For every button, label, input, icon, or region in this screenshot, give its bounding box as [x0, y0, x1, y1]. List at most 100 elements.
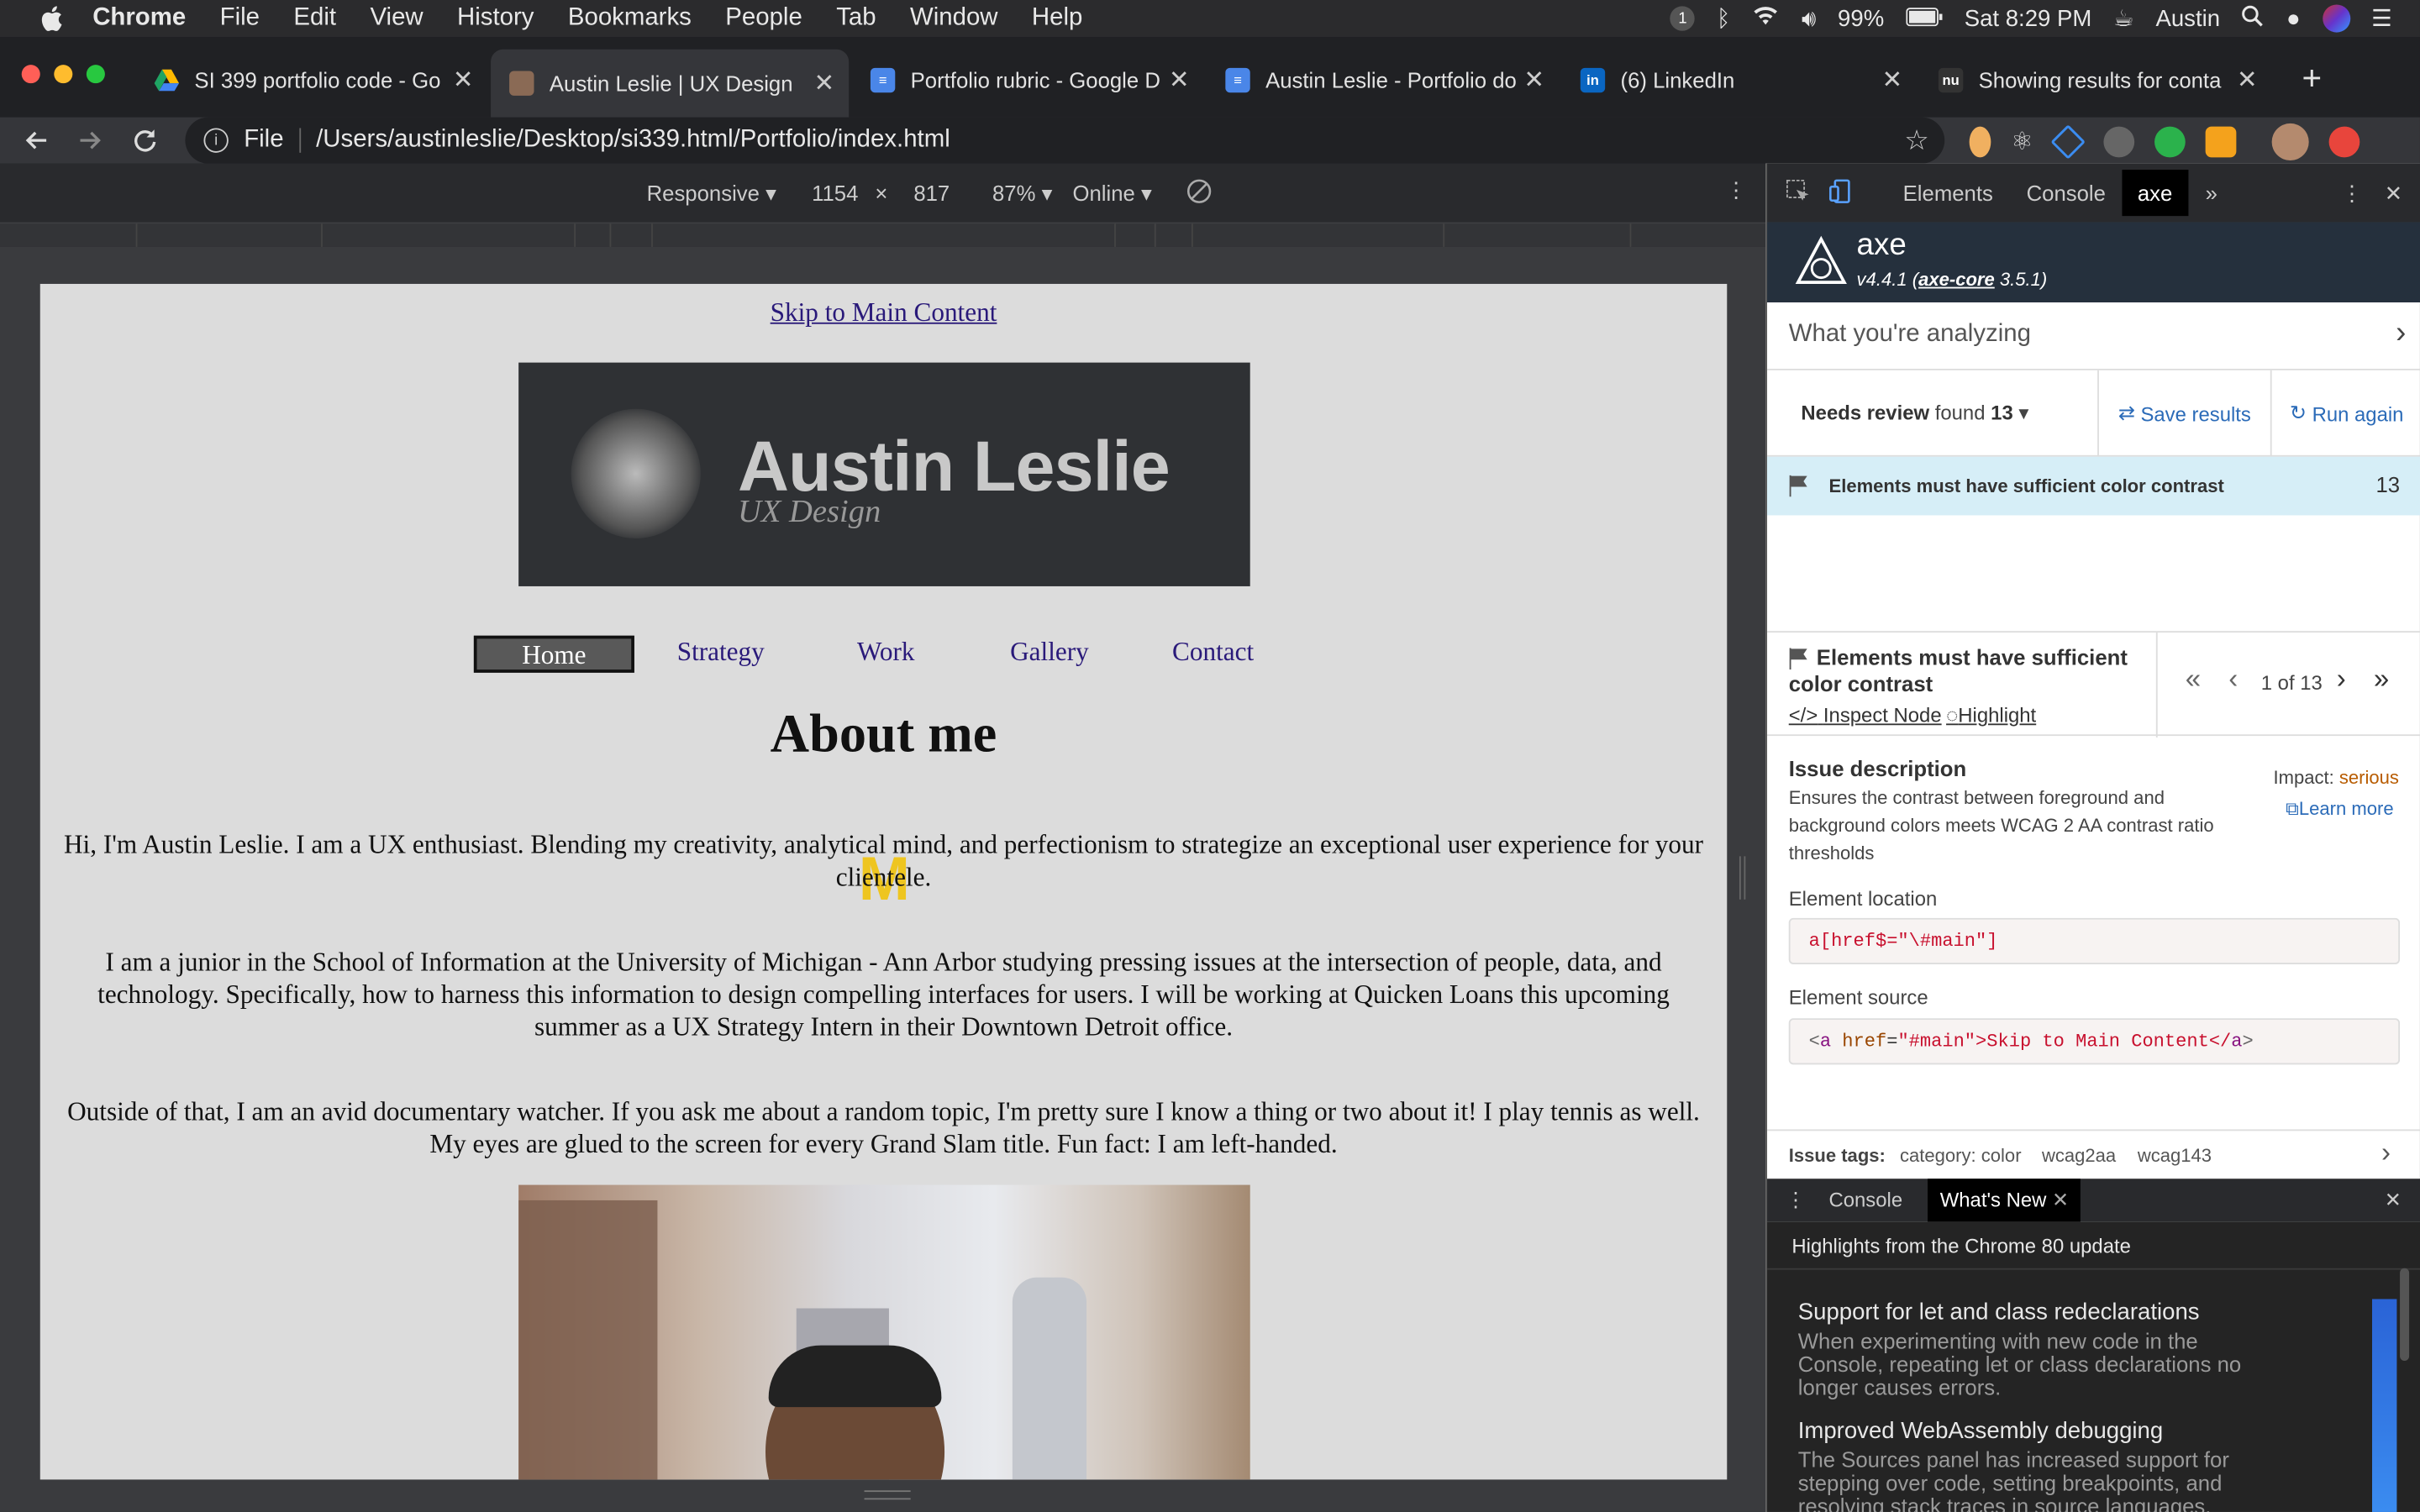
- notification-badge[interactable]: 1: [1670, 6, 1696, 31]
- element-source-code[interactable]: <a href="#main">Skip to Main Content</a>: [1788, 1018, 2401, 1065]
- orange-extension-icon[interactable]: [2206, 126, 2238, 158]
- new-tab-button[interactable]: +: [2296, 59, 2328, 99]
- drawer-menu-icon[interactable]: ⋮: [1786, 1188, 1806, 1212]
- inspect-element-icon[interactable]: [1786, 179, 1810, 208]
- menu-edit[interactable]: Edit: [293, 5, 336, 33]
- volume-icon[interactable]: 🔊︎: [1802, 5, 1816, 31]
- tab-elements[interactable]: Elements: [1903, 181, 1993, 205]
- close-tab-icon[interactable]: ✕: [1167, 65, 1192, 96]
- wave-extension-icon[interactable]: [2104, 126, 2135, 158]
- close-tab-icon[interactable]: ✕: [450, 65, 475, 96]
- tab-si399-code[interactable]: SI 399 portfolio code - Go ✕: [136, 52, 488, 108]
- axe-extension-icon[interactable]: [2051, 124, 2086, 160]
- minimize-window-button[interactable]: [54, 65, 73, 84]
- close-window-button[interactable]: [21, 65, 40, 84]
- close-tab-icon[interactable]: ✕: [2235, 65, 2260, 96]
- drawer-tab-whats-new[interactable]: What's New ✕: [1928, 1179, 2081, 1222]
- device-more-icon[interactable]: ⋮: [1725, 177, 1747, 203]
- learn-more-link[interactable]: ⧉Learn more: [2286, 798, 2393, 822]
- tab-linkedin[interactable]: in (6) LinkedIn ✕: [1562, 52, 1917, 108]
- tab-search-results[interactable]: nu Showing results for conta ✕: [1920, 52, 2272, 108]
- more-tabs-icon[interactable]: »: [2206, 181, 2217, 205]
- close-tab-icon[interactable]: ✕: [1522, 65, 1546, 96]
- close-tab-icon[interactable]: ✕: [812, 68, 836, 99]
- teacup-icon[interactable]: ☕︎: [2113, 5, 2134, 32]
- bluetooth-icon[interactable]: ᛒ: [1717, 5, 1731, 31]
- whats-new-item-title[interactable]: Support for let and class redeclarations: [1798, 1299, 2200, 1326]
- device-toggle-icon[interactable]: [1828, 179, 1853, 208]
- tab-console[interactable]: Console: [2027, 181, 2106, 205]
- element-location-code[interactable]: a[href$="\#main"]: [1788, 917, 2401, 964]
- profile-avatar[interactable]: [2272, 123, 2310, 161]
- user-name[interactable]: Austin: [2155, 5, 2220, 31]
- nav-home[interactable]: Home: [473, 635, 634, 673]
- network-select[interactable]: Online ▾: [1073, 181, 1152, 207]
- close-devtools-icon[interactable]: ✕: [2385, 181, 2403, 207]
- menu-tab[interactable]: Tab: [836, 5, 876, 33]
- device-mode-select[interactable]: Responsive ▾: [647, 181, 776, 207]
- green-extension-icon[interactable]: [2154, 126, 2186, 158]
- spotlight-search-icon[interactable]: [2242, 4, 2265, 34]
- menu-people[interactable]: People: [725, 5, 802, 33]
- menu-app-name[interactable]: Chrome: [92, 5, 186, 33]
- zoom-window-button[interactable]: [86, 65, 105, 84]
- width-input[interactable]: 1154: [812, 181, 858, 205]
- what-youre-analyzing-row[interactable]: What you're analyzing ›: [1767, 302, 2420, 370]
- last-page-icon[interactable]: »: [2374, 664, 2389, 696]
- scrollbar[interactable]: [2400, 1268, 2410, 1361]
- info-icon[interactable]: i: [203, 128, 229, 153]
- drawer-tab-console[interactable]: Console: [1828, 1188, 1902, 1211]
- next-page-icon[interactable]: ›: [2337, 664, 2346, 696]
- inspect-node-button[interactable]: </> Inspect Node: [1789, 704, 1942, 727]
- forward-button[interactable]: [74, 123, 108, 157]
- tab-austin-leslie-ux[interactable]: Austin Leslie | UX Design ✕: [491, 49, 850, 118]
- prev-page-icon[interactable]: ‹: [2228, 664, 2238, 696]
- nav-work[interactable]: Work: [827, 636, 944, 673]
- viewport-resize-handle[interactable]: [864, 1490, 911, 1500]
- skip-to-main-link[interactable]: Skip to Main Content: [771, 297, 997, 327]
- react-extension-icon[interactable]: ⚛︎: [2011, 127, 2033, 158]
- issue-list-item[interactable]: Elements must have sufficient color cont…: [1767, 456, 2420, 516]
- chrome-update-icon[interactable]: [2329, 126, 2360, 158]
- battery-percent[interactable]: 99%: [1838, 5, 1884, 31]
- first-page-icon[interactable]: «: [2186, 664, 2201, 696]
- close-drawer-tab-icon[interactable]: ✕: [2052, 1188, 2069, 1211]
- tab-portfolio-doc[interactable]: ≡ Austin Leslie - Portfolio do ✕: [1207, 52, 1559, 108]
- whats-new-video-thumbnail[interactable]: [2372, 1299, 2397, 1512]
- bookmark-star-icon[interactable]: ☆: [1904, 125, 1929, 158]
- axe-core-link[interactable]: axe-core: [1918, 269, 1995, 291]
- notification-center-icon[interactable]: ☰: [2371, 5, 2392, 32]
- nav-contact[interactable]: Contact: [1151, 636, 1275, 673]
- menu-view[interactable]: View: [370, 5, 423, 33]
- close-drawer-icon[interactable]: ✕: [2385, 1188, 2402, 1212]
- clock[interactable]: Sat 8:29 PM: [1965, 5, 2092, 31]
- close-tab-icon[interactable]: ✕: [1880, 65, 1904, 96]
- devtools-menu-icon[interactable]: ⋮: [2341, 181, 2363, 207]
- run-again-button[interactable]: ↻ Run again: [2270, 370, 2420, 457]
- height-input[interactable]: 817: [913, 181, 950, 205]
- siri-icon[interactable]: [2322, 4, 2350, 33]
- menu-window[interactable]: Window: [910, 5, 998, 33]
- rotate-icon[interactable]: [1186, 177, 1213, 210]
- zoom-select[interactable]: 87% ▾: [992, 181, 1053, 207]
- media-query-ruler[interactable]: [0, 222, 1766, 249]
- back-button[interactable]: [18, 123, 52, 157]
- address-bar[interactable]: i File /Users/austinleslie/Desktop/si339…: [185, 117, 1945, 164]
- issue-tags-row[interactable]: Issue tags: category: color wcag2aa wcag…: [1767, 1129, 2420, 1179]
- menu-help[interactable]: Help: [1032, 5, 1082, 33]
- url-text[interactable]: /Users/austinleslie/Desktop/si339.html/P…: [316, 127, 950, 155]
- nav-strategy[interactable]: Strategy: [657, 636, 784, 673]
- devtools-splitter-handle[interactable]: [1739, 856, 1746, 900]
- whats-new-item-title[interactable]: Improved WebAssembly debugging: [1798, 1418, 2163, 1444]
- menu-history[interactable]: History: [457, 5, 534, 33]
- highlight-button[interactable]: ◌Highlight: [1946, 704, 2036, 727]
- extension-icon[interactable]: [1969, 126, 1991, 158]
- tab-axe[interactable]: axe: [2122, 170, 2188, 217]
- reload-button[interactable]: [128, 123, 161, 157]
- save-results-button[interactable]: ⇄ Save results: [2097, 370, 2270, 457]
- menu-file[interactable]: File: [220, 5, 260, 33]
- nav-gallery[interactable]: Gallery: [985, 636, 1114, 673]
- apple-icon[interactable]: [34, 2, 67, 35]
- menu-bookmarks[interactable]: Bookmarks: [568, 5, 692, 33]
- needs-review-dropdown[interactable]: Needs review found 13 ▾: [1801, 402, 2028, 426]
